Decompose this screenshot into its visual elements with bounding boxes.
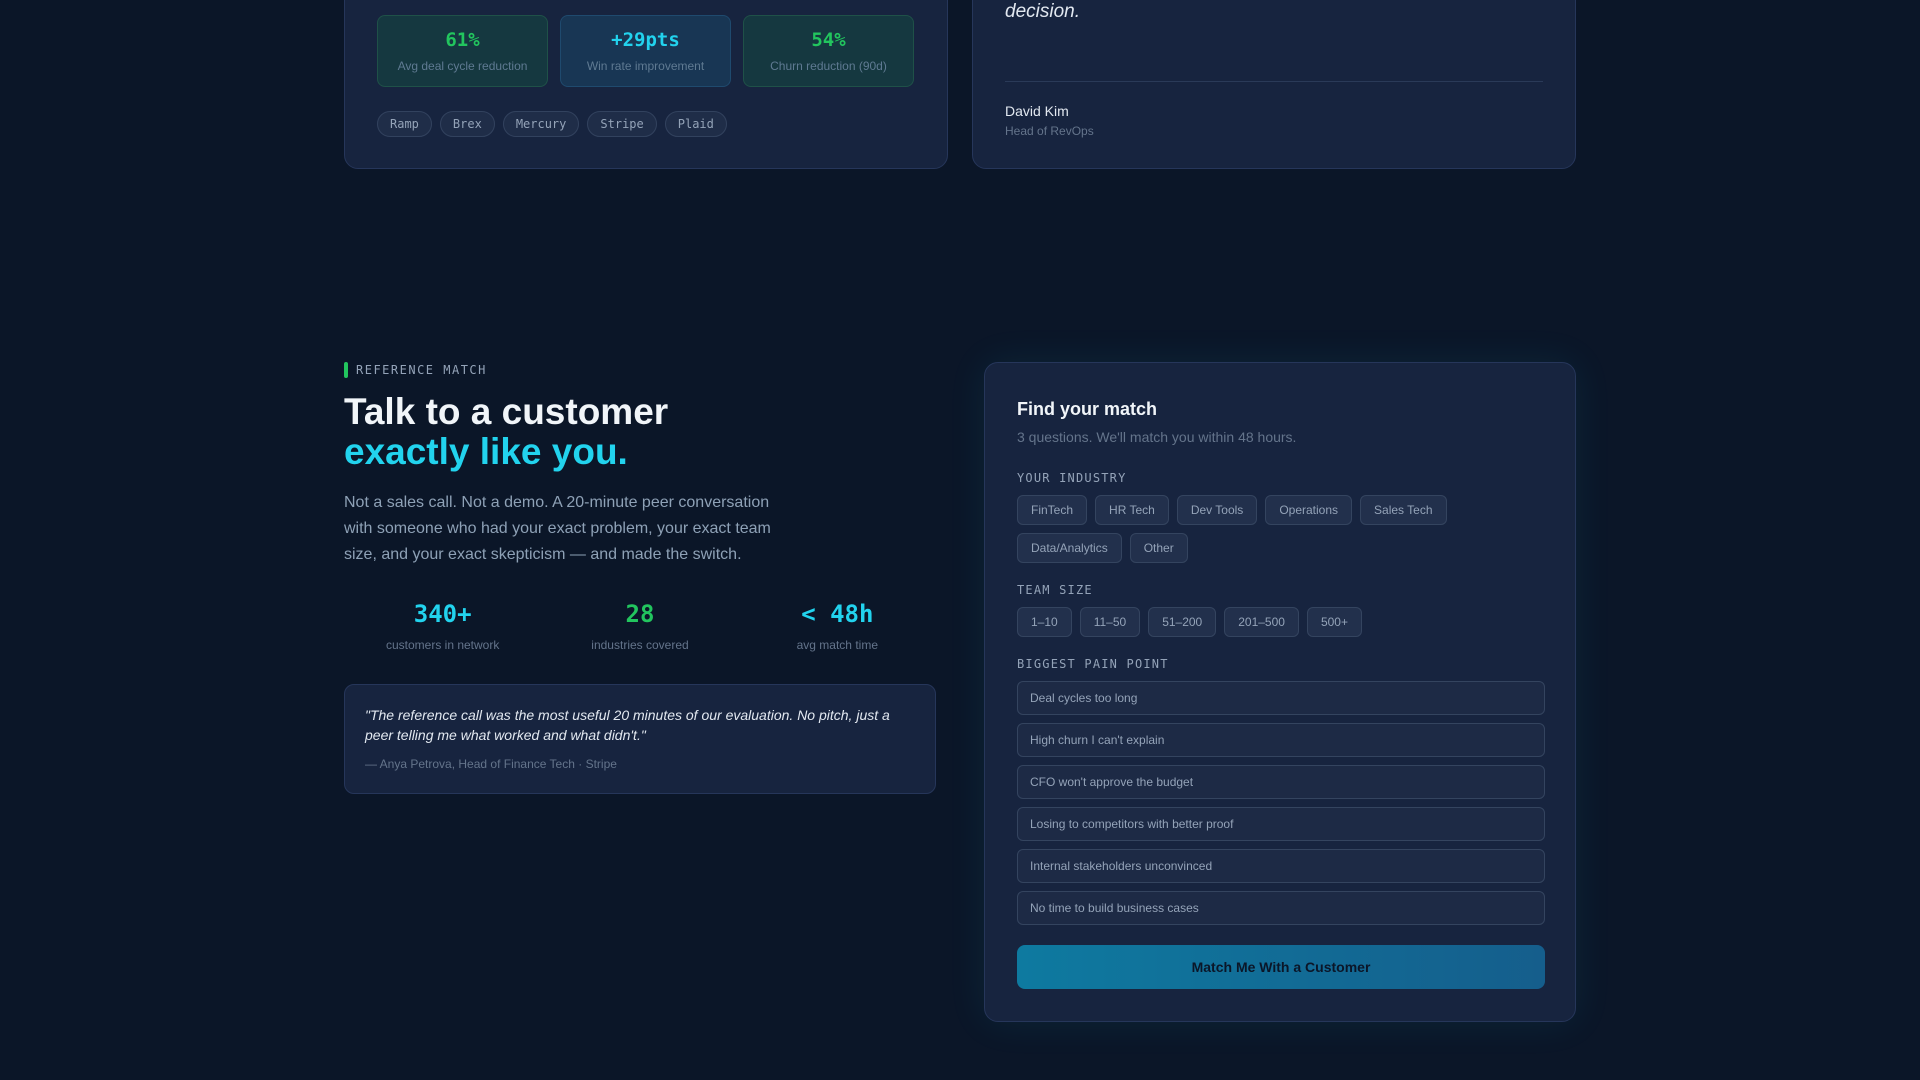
quote-text: decision. [1005, 1, 1080, 22]
industry-chips: FinTech HR Tech Dev Tools Operations Sal… [1017, 495, 1545, 563]
accent-bar [344, 362, 348, 378]
author-role: Head of RevOps [1005, 124, 1094, 138]
tag-brex: Brex [439, 111, 495, 137]
stat-value: 340+ [413, 600, 472, 628]
pain-option-business-cases[interactable]: No time to build business cases [1017, 891, 1545, 925]
tag-mercury: Mercury [502, 111, 580, 137]
team-size-label: TEAM SIZE [1017, 583, 1093, 597]
team-size-chip-201-500[interactable]: 201–500 [1224, 607, 1299, 637]
industry-chip-data-analytics[interactable]: Data/Analytics [1017, 533, 1122, 563]
headline-line-1: Talk to a customer [344, 391, 669, 432]
case-study-card: 61% Avg deal cycle reduction +29pts Win … [344, 0, 948, 169]
stat-caption: avg match time [796, 638, 878, 652]
pain-option-churn[interactable]: High churn I can't explain [1017, 723, 1545, 757]
pain-option-stakeholders[interactable]: Internal stakeholders unconvinced [1017, 849, 1545, 883]
pain-point-options: Deal cycles too long High churn I can't … [1017, 681, 1545, 933]
metric-win-rate: +29pts Win rate improvement [560, 15, 731, 87]
pain-point-label: BIGGEST PAIN POINT [1017, 657, 1169, 671]
testimonial-card: "The reference call was the most useful … [344, 684, 936, 794]
industry-chip-operations[interactable]: Operations [1265, 495, 1353, 525]
pain-option-cfo-budget[interactable]: CFO won't approve the budget [1017, 765, 1545, 799]
metric-label: Churn reduction (90d) [770, 59, 887, 73]
metric-value: +29pts [611, 29, 680, 51]
headline-line-2: exactly like you. [344, 431, 628, 472]
match-form-card: Find your match 3 questions. We'll match… [984, 362, 1576, 1022]
industry-chip-sales-tech[interactable]: Sales Tech [1360, 495, 1447, 525]
quote-card: decision. David Kim Head of RevOps [972, 0, 1576, 169]
industry-label: YOUR INDUSTRY [1017, 471, 1127, 485]
tag-plaid: Plaid [664, 111, 727, 137]
metrics-row: 61% Avg deal cycle reduction +29pts Win … [377, 15, 914, 87]
team-size-chip-1-10[interactable]: 1–10 [1017, 607, 1072, 637]
tag-stripe: Stripe [587, 111, 657, 137]
stat-value: < 48h [801, 600, 874, 628]
stat-value: 28 [625, 600, 655, 628]
stat-match-time: < 48h avg match time [739, 600, 936, 652]
metric-value: 54% [811, 29, 846, 51]
section-headline: Talk to a customer exactly like you. [344, 392, 668, 472]
form-subtitle: 3 questions. We'll match you within 48 h… [1017, 429, 1297, 445]
page: 61% Avg deal cycle reduction +29pts Win … [0, 0, 1920, 1080]
section-lede: Not a sales call. Not a demo. A 20-minut… [344, 494, 771, 563]
metric-label: Avg deal cycle reduction [397, 59, 528, 73]
industry-chip-hr-tech[interactable]: HR Tech [1095, 495, 1169, 525]
stat-customers: 340+ customers in network [344, 600, 541, 652]
section-eyebrow: REFERENCE MATCH [344, 362, 487, 378]
industry-chip-dev-tools[interactable]: Dev Tools [1176, 495, 1258, 525]
team-size-chips: 1–10 11–50 51–200 201–500 500+ [1017, 607, 1545, 637]
company-tags: Ramp Brex Mercury Stripe Plaid [377, 111, 727, 137]
metric-label: Win rate improvement [586, 59, 705, 73]
tag-ramp: Ramp [377, 111, 432, 137]
metric-value: 61% [445, 29, 480, 51]
industry-chip-other[interactable]: Other [1129, 533, 1188, 563]
pain-option-deal-cycles[interactable]: Deal cycles too long [1017, 681, 1545, 715]
stats-row: 340+ customers in network 28 industries … [344, 600, 936, 652]
industry-chip-fintech[interactable]: FinTech [1017, 495, 1088, 525]
form-title: Find your match [1017, 399, 1158, 419]
team-size-chip-11-50[interactable]: 11–50 [1079, 607, 1141, 637]
match-me-button[interactable]: Match Me With a Customer [1017, 945, 1545, 989]
stat-caption: industries covered [591, 638, 689, 652]
stat-industries: 28 industries covered [541, 600, 738, 652]
divider [1005, 81, 1543, 82]
metric-deal-cycle: 61% Avg deal cycle reduction [377, 15, 548, 87]
author-name: David Kim [1005, 103, 1069, 119]
testimonial-attribution: — Anya Petrova, Head of Finance Tech · S… [365, 757, 617, 771]
stat-caption: customers in network [385, 638, 500, 652]
team-size-chip-500-plus[interactable]: 500+ [1306, 607, 1362, 637]
pain-option-competitors[interactable]: Losing to competitors with better proof [1017, 807, 1545, 841]
testimonial-quote: "The reference call was the most useful … [365, 707, 890, 743]
eyebrow-label: REFERENCE MATCH [356, 363, 487, 377]
team-size-chip-51-200[interactable]: 51–200 [1148, 607, 1217, 637]
metric-churn: 54% Churn reduction (90d) [743, 15, 914, 87]
